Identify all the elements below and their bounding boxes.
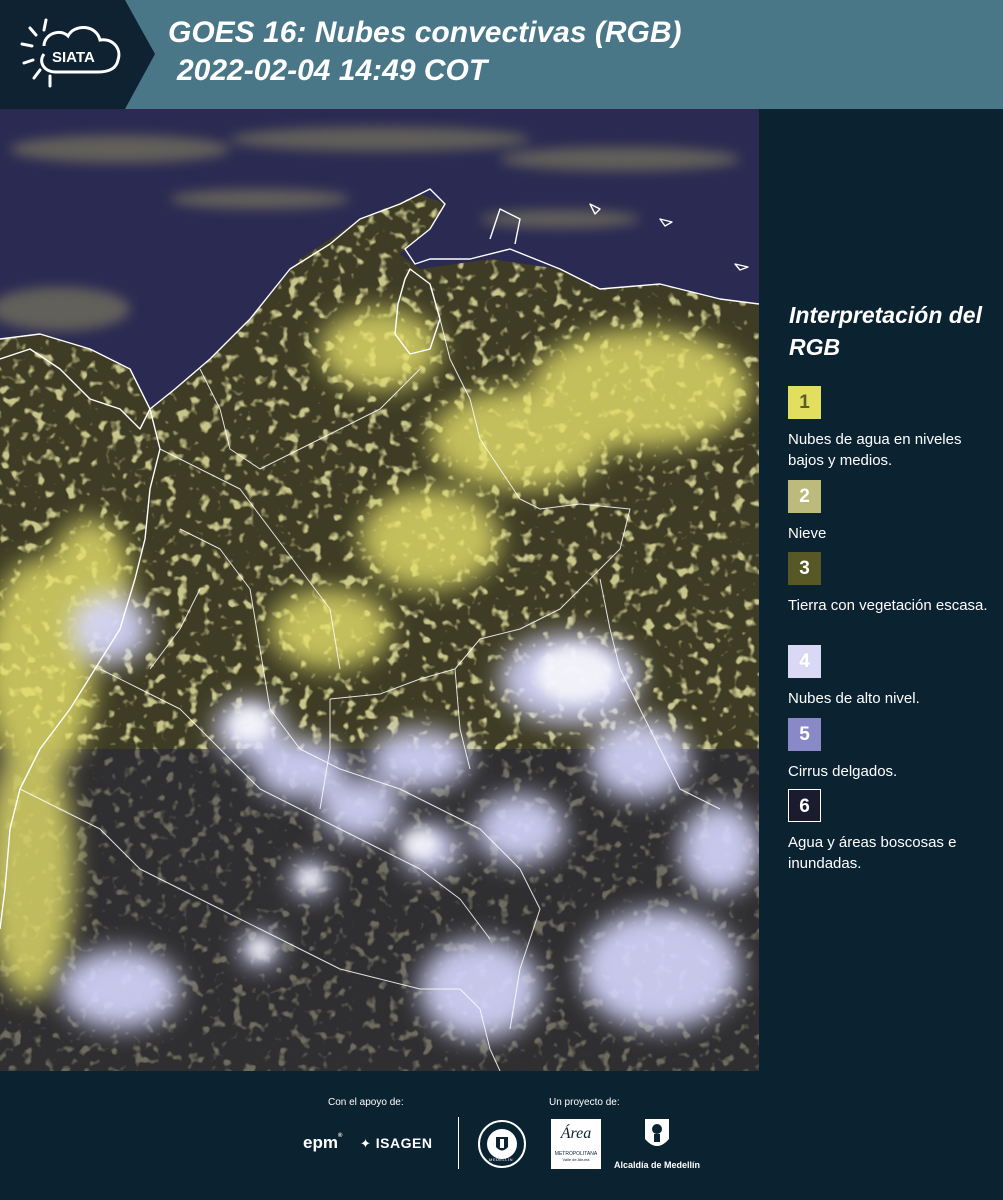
epm-text: epm	[303, 1133, 338, 1152]
footer-divider	[458, 1117, 459, 1169]
area-name: Área	[560, 1125, 592, 1142]
legend-swatch-6: 6	[788, 789, 821, 822]
siata-logo: SIATA	[0, 0, 155, 109]
isagen-text: ISAGEN	[375, 1135, 433, 1151]
project-label: Un proyecto de:	[549, 1097, 620, 1108]
legend-label-5: Cirrus delgados.	[788, 763, 898, 780]
epm-logo: epm®	[303, 1133, 343, 1152]
alcaldia-text: Alcaldía de Medellín	[613, 1160, 701, 1170]
title-line-1: GOES 16: Nubes convectivas (RGB)	[168, 16, 682, 49]
legend-item-1: 1 Nubes de agua en niveles bajos y medio…	[788, 386, 998, 471]
legend-item-4: 4 Nubes de alto nivel.	[788, 645, 998, 709]
legend-item-3: 3 Tierra con vegetación escasa.	[788, 552, 998, 616]
medellin-seal-logo: MEDELLÍN	[477, 1119, 527, 1174]
legend-swatch-1: 1	[788, 386, 821, 419]
legend-swatch-5: 5	[788, 718, 821, 751]
area-metropolitana-logo: Área METROPOLITANA Valle de Aburrá	[551, 1119, 601, 1169]
legend-panel: Interpretación del RGB 1 Nubes de agua e…	[759, 109, 1003, 1071]
legend-label-6: Agua y áreas boscosas e inundadas.	[788, 834, 957, 872]
title-line-2: 2022-02-04 14:49 COT	[177, 54, 488, 87]
logo-text: SIATA	[52, 49, 95, 66]
legend-swatch-3: 3	[788, 552, 821, 585]
legend-item-6: 6 Agua y áreas boscosas e inundadas.	[788, 789, 998, 874]
footer: Con el apoyo de: Un proyecto de: epm® ✦ …	[0, 1071, 1003, 1200]
legend-label-1: Nubes de agua en niveles bajos y medios.	[788, 431, 962, 469]
legend-item-2: 2 Nieve	[788, 480, 998, 544]
legend-label-4: Nubes de alto nivel.	[788, 690, 920, 707]
alcaldia-shield-icon	[645, 1119, 669, 1146]
header-bar: SIATA GOES 16: Nubes convectivas (RGB) 2…	[0, 0, 1003, 109]
legend-title: Interpretación del RGB	[789, 302, 982, 360]
legend-label-2: Nieve	[788, 525, 827, 542]
seal-text: MEDELLÍN	[489, 1157, 514, 1162]
isagen-icon: ✦	[360, 1136, 372, 1151]
satellite-map	[0, 109, 759, 1071]
legend-swatch-2: 2	[788, 480, 821, 513]
legend-swatch-4: 4	[788, 645, 821, 678]
page-title: GOES 16: Nubes convectivas (RGB) 2022-02…	[168, 14, 682, 90]
support-label: Con el apoyo de:	[328, 1097, 404, 1108]
area-sub2: Valle de Aburrá	[562, 1157, 590, 1162]
alcaldia-logo: Alcaldía de Medellín	[611, 1117, 703, 1170]
legend-item-5: 5 Cirrus delgados.	[788, 718, 998, 782]
legend-label-3: Tierra con vegetación escasa.	[788, 597, 988, 614]
isagen-logo: ✦ ISAGEN	[360, 1135, 432, 1152]
